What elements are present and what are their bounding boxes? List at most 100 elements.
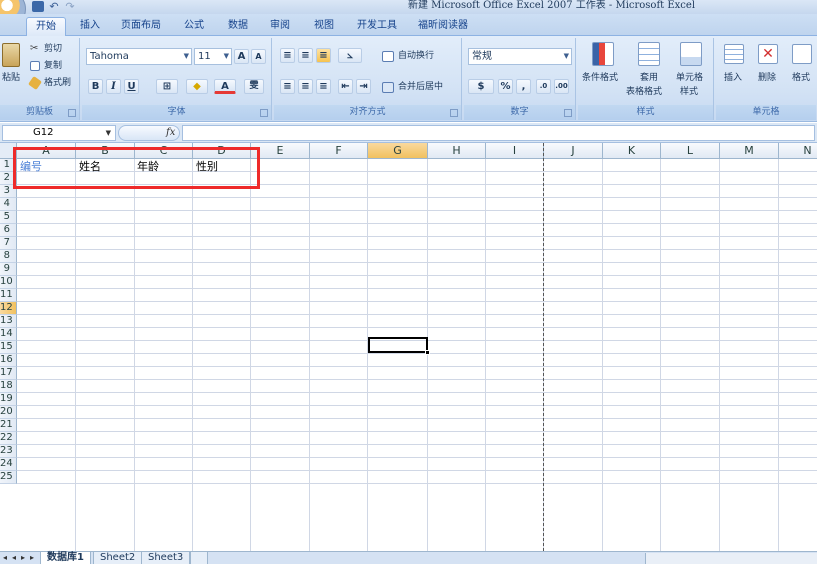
font-name-select[interactable]: Tahoma ▼ (86, 48, 192, 65)
orientation-icon[interactable]: ⦣ (338, 48, 362, 63)
align-left-icon[interactable]: ≡ (280, 79, 295, 94)
cell-styles-line1[interactable]: 单元格 (676, 72, 703, 84)
tab-foxit-reader[interactable]: 福昕阅读器 (410, 17, 476, 36)
borders-icon[interactable]: ⊞ (156, 79, 178, 94)
row-header-5[interactable]: 5 (0, 211, 17, 224)
decrease-decimal-icon[interactable]: .00 (554, 79, 569, 94)
font-launcher-icon[interactable] (260, 109, 268, 117)
cell-styles-line2[interactable]: 样式 (680, 86, 698, 98)
bold-button[interactable]: B (88, 79, 103, 94)
increase-decimal-icon[interactable]: .0 (536, 79, 551, 94)
sheet-tab-1[interactable]: 数据库1 (40, 552, 91, 564)
row-header-13[interactable]: 13 (0, 315, 17, 328)
underline-button[interactable]: U (124, 79, 139, 94)
row-header-6[interactable]: 6 (0, 224, 17, 237)
row-header-20[interactable]: 20 (0, 406, 17, 419)
phonetic-button[interactable]: 雯 (244, 79, 264, 94)
row-header-17[interactable]: 17 (0, 367, 17, 380)
align-center-icon[interactable]: ≡ (298, 79, 313, 94)
column-header-g[interactable]: G (368, 143, 428, 159)
sheet-tab-2[interactable]: Sheet2 (93, 552, 143, 564)
last-sheet-icon[interactable]: ▸ (30, 552, 34, 564)
save-icon[interactable] (32, 1, 44, 12)
merge-center-button[interactable]: 合并后居中 (398, 81, 443, 93)
number-format-select[interactable]: 常规 ▼ (468, 48, 572, 65)
undo-icon[interactable]: ↶ (48, 1, 60, 12)
column-header-m[interactable]: M (720, 143, 779, 159)
row-header-25[interactable]: 25 (0, 471, 17, 484)
column-header-f[interactable]: F (310, 143, 368, 159)
fill-handle[interactable] (425, 350, 430, 355)
copy-button[interactable]: 复制 (44, 60, 62, 72)
tab-page-layout[interactable]: 页面布局 (114, 17, 168, 36)
percent-button[interactable]: % (498, 79, 513, 94)
paste-icon[interactable] (2, 43, 20, 67)
row-header-12[interactable]: 12 (0, 302, 17, 315)
column-header-j[interactable]: J (544, 143, 603, 159)
next-sheet-icon[interactable]: ▸ (21, 552, 25, 564)
comma-button[interactable]: , (516, 79, 531, 94)
align-bottom-icon[interactable]: ≡ (316, 48, 331, 63)
increase-indent-icon[interactable]: ⇥ (356, 79, 371, 94)
first-sheet-icon[interactable]: ◂ (3, 552, 7, 564)
conditional-format-button[interactable]: 条件格式 (582, 72, 618, 84)
row-header-9[interactable]: 9 (0, 263, 17, 276)
clipboard-launcher-icon[interactable] (68, 109, 76, 117)
row-header-14[interactable]: 14 (0, 328, 17, 341)
column-header-i[interactable]: I (486, 143, 544, 159)
row-header-4[interactable]: 4 (0, 198, 17, 211)
row-header-22[interactable]: 22 (0, 432, 17, 445)
row-header-10[interactable]: 10 (0, 276, 17, 289)
insert-cells-button[interactable]: 插入 (724, 72, 742, 84)
italic-button[interactable]: I (106, 79, 121, 94)
prev-sheet-icon[interactable]: ◂ (12, 552, 16, 564)
insert-function-button[interactable]: fx (166, 126, 175, 140)
worksheet-grid[interactable]: ABCDEFGHIJKLMN 1 2 3 4 5 6 7 8 9 10 11 12 13 14 15 16 17… (0, 143, 817, 551)
row-header-7[interactable]: 7 (0, 237, 17, 250)
row-header-19[interactable]: 19 (0, 393, 17, 406)
sheet-tab-3[interactable]: Sheet3 (141, 552, 191, 564)
row-header-24[interactable]: 24 (0, 458, 17, 471)
delete-cells-button[interactable]: 删除 (758, 72, 776, 84)
tab-formulas[interactable]: 公式 (176, 17, 212, 36)
table-format-line2[interactable]: 表格格式 (626, 86, 662, 98)
decrease-indent-icon[interactable]: ⇤ (338, 79, 353, 94)
column-header-h[interactable]: H (428, 143, 486, 159)
currency-icon[interactable]: $ (468, 79, 494, 94)
format-cells-button[interactable]: 格式 (792, 72, 810, 84)
font-color-button[interactable]: A (214, 79, 236, 94)
number-launcher-icon[interactable] (564, 109, 572, 117)
horizontal-scrollbar[interactable] (645, 553, 817, 564)
wrap-text-button[interactable]: 自动换行 (398, 50, 434, 62)
alignment-launcher-icon[interactable] (450, 109, 458, 117)
paste-button[interactable]: 粘贴 (2, 72, 20, 84)
row-header-23[interactable]: 23 (0, 445, 17, 458)
tab-data[interactable]: 数据 (220, 17, 256, 36)
cut-button[interactable]: 剪切 (44, 43, 62, 55)
align-top-icon[interactable]: ≡ (280, 48, 295, 63)
tab-view[interactable]: 视图 (306, 17, 342, 36)
tab-insert[interactable]: 插入 (72, 17, 108, 36)
redo-icon[interactable]: ↷ (64, 1, 76, 12)
formula-input[interactable] (182, 125, 815, 141)
active-cell-g12[interactable] (368, 337, 428, 353)
column-header-l[interactable]: L (661, 143, 720, 159)
fill-color-icon[interactable]: ◆ (186, 79, 208, 94)
row-header-8[interactable]: 8 (0, 250, 17, 263)
format-painter-button[interactable]: 格式刷 (44, 77, 71, 89)
align-middle-icon[interactable]: ≡ (298, 48, 313, 63)
column-header-n[interactable]: N (779, 143, 817, 159)
column-header-k[interactable]: K (603, 143, 661, 159)
tab-review[interactable]: 审阅 (262, 17, 298, 36)
align-right-icon[interactable]: ≡ (316, 79, 331, 94)
shrink-font-button[interactable]: A (251, 49, 266, 64)
row-header-15[interactable]: 15 (0, 341, 17, 354)
row-header-16[interactable]: 16 (0, 354, 17, 367)
name-box[interactable]: G12 ▼ (2, 125, 116, 141)
table-format-line1[interactable]: 套用 (640, 72, 658, 84)
tab-home[interactable]: 开始 (26, 17, 66, 36)
grow-font-button[interactable]: A (234, 49, 249, 64)
row-header-11[interactable]: 11 (0, 289, 17, 302)
insert-sheet-icon[interactable] (190, 552, 208, 564)
row-header-18[interactable]: 18 (0, 380, 17, 393)
